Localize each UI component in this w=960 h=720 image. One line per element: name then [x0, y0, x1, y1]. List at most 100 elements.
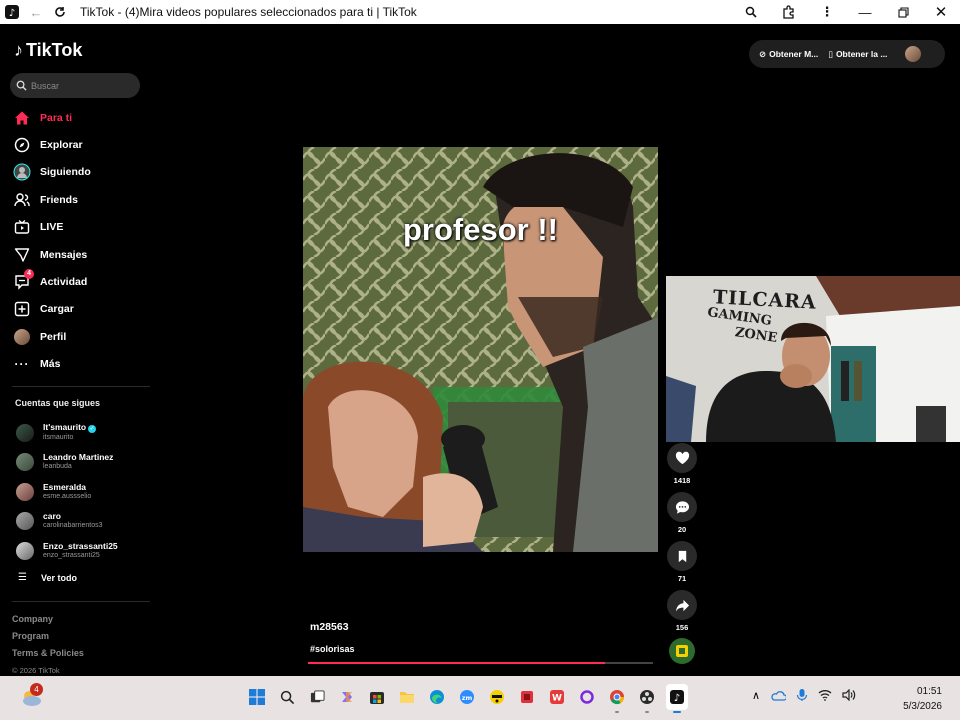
bookmark-icon: [678, 550, 686, 562]
following-username: enzo_strassanti25: [43, 551, 100, 559]
nav-cargar[interactable]: Cargar: [10, 296, 150, 323]
following-item[interactable]: Leandro Martinez leanbuda: [16, 448, 151, 478]
compass-icon: [13, 136, 31, 154]
menu-kebab-icon[interactable]: ⋮: [808, 0, 846, 24]
taskbar-search-icon[interactable]: [276, 684, 298, 710]
tray-overflow-icon[interactable]: ∧: [752, 689, 760, 702]
music-disc-icon[interactable]: [669, 638, 695, 664]
save-action: 71: [667, 541, 697, 590]
svg-text:W: W: [552, 694, 562, 704]
following-item[interactable]: Esmeralda esme.aussselio: [16, 477, 151, 507]
tiktok-note-icon: ♪: [14, 40, 23, 60]
following-name: caro: [43, 511, 61, 522]
following-name: It'smaurito: [43, 422, 87, 433]
following-item[interactable]: It'smaurito ✓ itsmaurito: [16, 418, 151, 448]
share-button[interactable]: [667, 590, 697, 620]
edge-icon[interactable]: [426, 684, 448, 710]
comment-count: 20: [677, 525, 687, 534]
microphone-icon[interactable]: [796, 688, 808, 702]
send-icon: [13, 246, 31, 264]
task-view-icon[interactable]: [306, 684, 328, 710]
restore-icon[interactable]: [884, 0, 922, 24]
store-icon[interactable]: [366, 684, 388, 710]
home-icon: [13, 109, 31, 127]
following-username: leanbuda: [43, 463, 72, 471]
divider: [12, 601, 150, 602]
avatar: [16, 512, 34, 531]
avatar: [16, 453, 34, 472]
copilot-icon[interactable]: [336, 684, 358, 710]
wps-office-icon[interactable]: W: [546, 684, 568, 710]
file-explorer-icon[interactable]: [396, 684, 418, 710]
game-app-icon[interactable]: [486, 684, 508, 710]
nav-label: Actividad: [40, 276, 88, 289]
nav-friends[interactable]: Friends: [10, 186, 150, 213]
footer-company-link[interactable]: Company: [12, 611, 84, 628]
nav-mensajes[interactable]: Mensajes: [10, 241, 150, 268]
comment-button[interactable]: [667, 492, 697, 522]
footer-program-link[interactable]: Program: [12, 628, 84, 645]
nav-label: Para ti: [40, 111, 73, 124]
nav-mas[interactable]: ··· Más: [10, 351, 150, 378]
following-name: Enzo_strassanti25: [43, 540, 118, 551]
system-clock[interactable]: 01:51 5/3/2026: [903, 684, 942, 714]
get-app-button-1[interactable]: ⊘ Obtener M...: [759, 49, 818, 60]
nav-perfil[interactable]: Perfil: [10, 323, 150, 350]
wifi-icon[interactable]: [818, 689, 832, 701]
like-count: 1418: [673, 476, 691, 485]
nav-label: Explorar: [40, 139, 83, 152]
share-action: 156: [667, 590, 697, 639]
sidebar: ♪ TikTok Buscar Para ti Explorar Siguien…: [0, 24, 155, 676]
video-frame: [303, 147, 658, 552]
video-actions: 1418 20 71 156: [667, 443, 697, 639]
zoom-icon[interactable]: [732, 0, 770, 24]
obs-icon[interactable]: [636, 684, 658, 713]
user-avatar[interactable]: [905, 46, 922, 62]
nav-label: Friends: [40, 193, 78, 206]
purple-ring-app-icon[interactable]: [576, 684, 598, 710]
avatar: [16, 423, 34, 442]
sidebar-footer: Company Program Terms & Policies © 2026 …: [12, 611, 84, 679]
video-caption-overlay: profesor !!: [403, 212, 558, 247]
profile-avatar: [13, 328, 31, 346]
video-author[interactable]: m28563: [310, 621, 349, 633]
divider: [12, 386, 150, 387]
back-arrow-icon[interactable]: ←: [24, 0, 48, 24]
video-player[interactable]: profesor !!: [303, 147, 658, 552]
extensions-icon[interactable]: [770, 0, 808, 24]
video-progress-bar[interactable]: [308, 662, 653, 664]
nav-label: Más: [40, 358, 61, 371]
volume-icon[interactable]: [842, 689, 856, 701]
svg-text:♪: ♪: [9, 8, 15, 19]
zoom-app-icon[interactable]: zm: [456, 684, 478, 710]
footer-terms-link[interactable]: Terms & Policies: [12, 645, 84, 662]
tiktok-app-icon[interactable]: ♪: [666, 684, 688, 713]
nav-live[interactable]: LIVE: [10, 214, 150, 241]
svg-text:zm: zm: [462, 694, 473, 702]
following-item[interactable]: Enzo_strassanti25 enzo_strassanti25: [16, 536, 151, 566]
search-placeholder: Buscar: [31, 80, 60, 91]
following-item[interactable]: caro carolinabarrientos3: [16, 507, 151, 537]
nav-actividad[interactable]: 4 Actividad: [10, 268, 150, 295]
red-app-icon[interactable]: [516, 684, 538, 710]
following-section-title: Cuentas que sigues: [15, 398, 101, 408]
following-icon: [13, 163, 31, 181]
save-count: 71: [677, 574, 687, 583]
get-app-button-2[interactable]: ▯ Obtener la ...: [828, 49, 887, 60]
reload-icon[interactable]: [48, 0, 72, 24]
nav-siguiendo[interactable]: Siguiendo: [10, 159, 150, 186]
search-box[interactable]: Buscar: [10, 73, 140, 98]
see-all-button[interactable]: ☰ Ver todo: [16, 566, 151, 590]
save-button[interactable]: [667, 541, 697, 571]
windows-start-icon[interactable]: [246, 684, 268, 710]
chrome-icon[interactable]: [606, 684, 628, 713]
close-icon[interactable]: ✕: [922, 0, 960, 24]
video-hashtag[interactable]: #solorisas: [310, 644, 355, 654]
nav-explorar[interactable]: Explorar: [10, 131, 150, 158]
tiktok-logo[interactable]: ♪ TikTok: [14, 40, 82, 61]
minimize-icon[interactable]: —: [846, 0, 884, 24]
share-count: 156: [675, 623, 689, 632]
like-button[interactable]: [667, 443, 697, 473]
onedrive-icon[interactable]: [770, 689, 787, 701]
nav-para-ti[interactable]: Para ti: [10, 104, 150, 131]
